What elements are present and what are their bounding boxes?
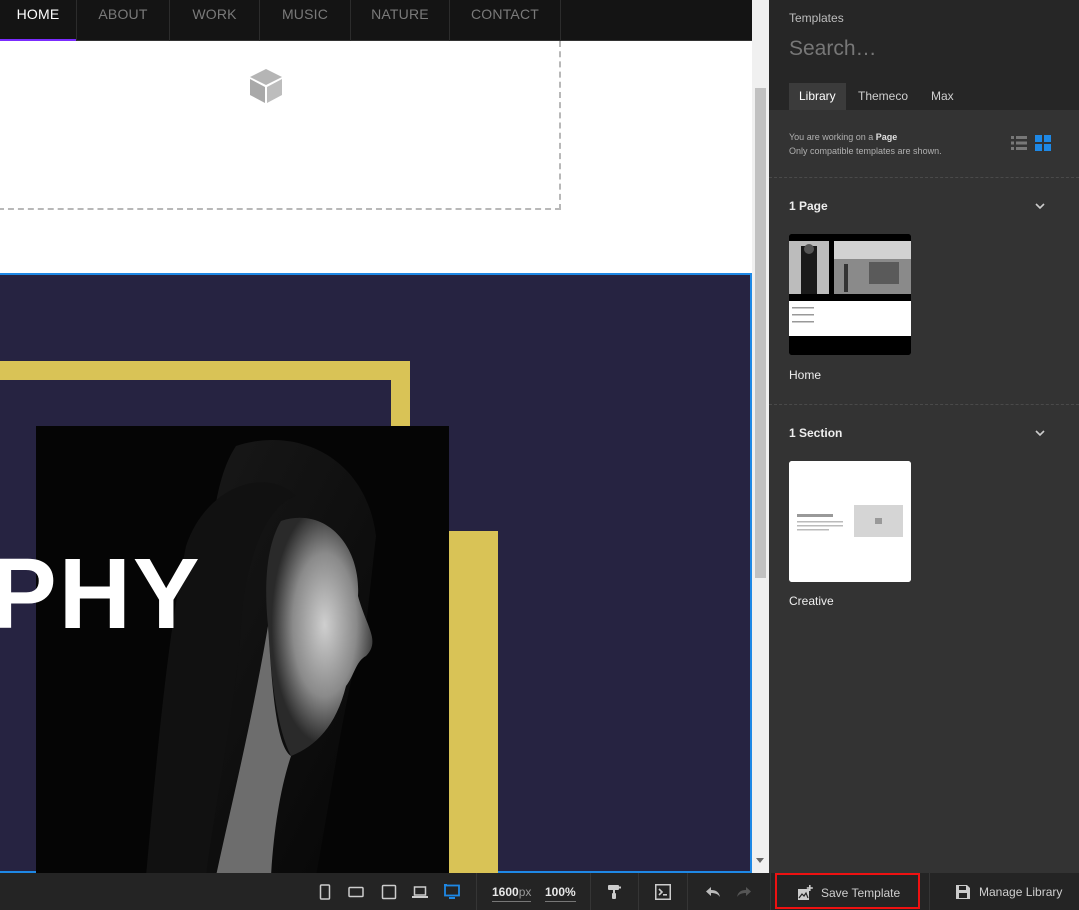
template-label-home[interactable]: Home (789, 368, 821, 382)
separator (638, 873, 639, 910)
scroll-down-arrow-icon[interactable] (756, 858, 764, 863)
nav-item-work[interactable]: WORK (170, 0, 260, 41)
page-preview[interactable]: HOME ABOUT WORK MUSIC NATURE CONTACT PHY (0, 0, 752, 873)
creative-template-preview (789, 461, 911, 582)
chevron-down-icon[interactable] (1035, 201, 1045, 211)
grid-view-icon[interactable] (1035, 135, 1051, 151)
floppy-disk-icon[interactable] (955, 884, 971, 900)
hero-heading: PHY (0, 538, 202, 650)
save-template-icon (798, 885, 813, 900)
save-template-label: Save Template (821, 886, 901, 900)
mobile-portrait-icon[interactable] (317, 884, 333, 900)
nav-item-music[interactable]: MUSIC (260, 0, 351, 41)
home-template-preview (789, 234, 911, 355)
divider (769, 404, 1079, 405)
template-thumbnail-creative[interactable] (789, 461, 911, 582)
manage-library-button[interactable]: Manage Library (979, 885, 1062, 899)
preview-scrollbar[interactable] (752, 0, 769, 873)
templates-panel: Templates Library Themeco Max You are wo… (769, 0, 1079, 873)
compatibility-info: You are working on a Page Only compatibl… (789, 130, 942, 158)
panel-header: Templates Library Themeco Max (769, 0, 1079, 110)
redo-icon[interactable] (736, 884, 752, 900)
separator (687, 873, 688, 910)
app-root: HOME ABOUT WORK MUSIC NATURE CONTACT PHY… (0, 0, 1079, 910)
cube-icon (250, 69, 282, 103)
viewport-width-field[interactable]: 1600px (492, 885, 532, 902)
template-thumbnail-home[interactable] (789, 234, 911, 355)
separator (476, 873, 477, 910)
yellow-bar-decoration (448, 531, 498, 873)
bottom-toolbar: 1600px 100% Save Template Manage Library (0, 873, 1079, 910)
nav-item-nature[interactable]: NATURE (351, 0, 450, 41)
info-prefix: You are working on a (789, 132, 876, 142)
group-title-section[interactable]: 1 Section (789, 426, 842, 440)
group-title-page[interactable]: 1 Page (789, 199, 828, 213)
panel-title: Templates (789, 11, 844, 25)
template-label-creative[interactable]: Creative (789, 594, 834, 608)
template-search-input[interactable] (789, 34, 1059, 64)
paint-roller-icon[interactable] (606, 884, 622, 900)
chevron-down-icon[interactable] (1035, 428, 1045, 438)
hero-section[interactable]: PHY (0, 273, 752, 873)
tab-library[interactable]: Library (789, 83, 846, 110)
zoom-field[interactable]: 100% (545, 885, 576, 902)
nav-item-home[interactable]: HOME (0, 0, 77, 41)
separator (770, 873, 771, 910)
site-nav: HOME ABOUT WORK MUSIC NATURE CONTACT (0, 0, 752, 41)
separator (590, 873, 591, 910)
nav-item-contact[interactable]: CONTACT (450, 0, 561, 41)
code-editor-icon[interactable] (655, 884, 671, 900)
info-note: Only compatible templates are shown. (789, 146, 942, 156)
laptop-icon[interactable] (412, 884, 428, 900)
scrollbar-thumb[interactable] (755, 88, 766, 578)
list-view-icon[interactable] (1011, 135, 1027, 151)
viewport-width-unit: px (518, 885, 532, 899)
mobile-landscape-icon[interactable] (348, 884, 364, 900)
nav-item-about[interactable]: ABOUT (77, 0, 170, 41)
desktop-icon[interactable] (444, 884, 460, 900)
separator (929, 873, 930, 910)
divider (769, 177, 1079, 178)
info-context: Page (875, 132, 898, 142)
tab-max[interactable]: Max (921, 83, 964, 110)
tab-themeco[interactable]: Themeco (848, 83, 918, 110)
tablet-icon[interactable] (381, 884, 397, 900)
undo-icon[interactable] (705, 884, 721, 900)
viewport-width-value: 1600 (492, 885, 519, 899)
save-template-button[interactable]: Save Template (775, 873, 920, 909)
